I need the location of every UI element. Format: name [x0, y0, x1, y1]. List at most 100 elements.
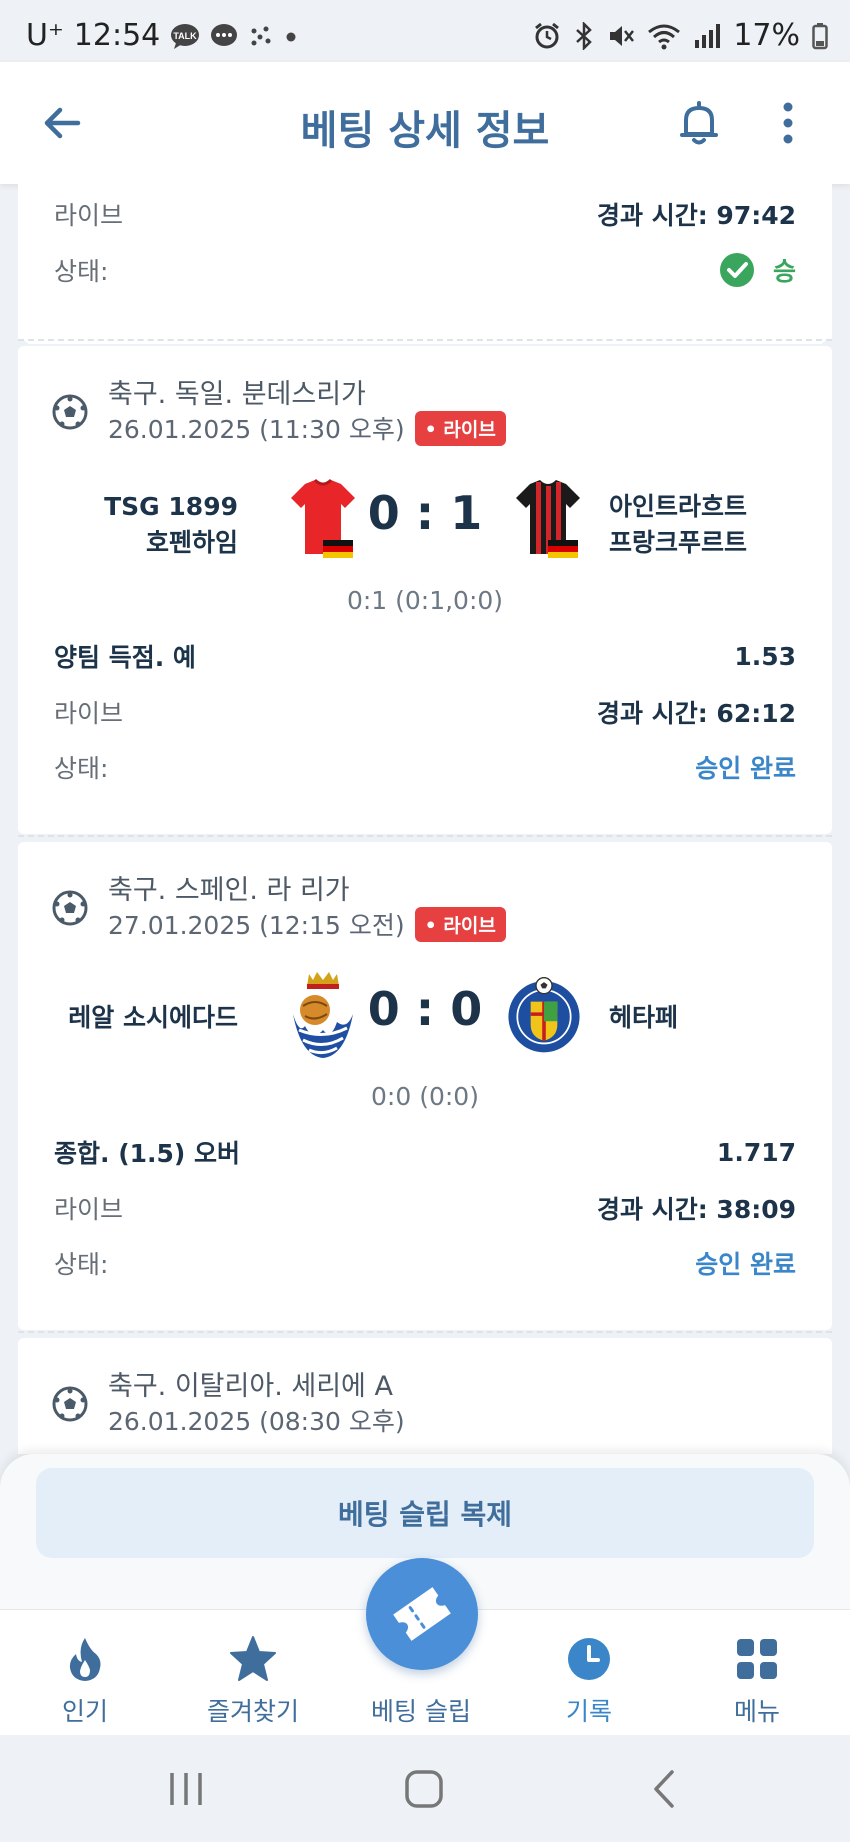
bell-icon[interactable]	[674, 98, 724, 148]
signal-icon	[695, 23, 721, 48]
bet-card: 축구. 독일. 분데스리가 26.01.2025 (11:30 오후) • 라이…	[18, 339, 832, 834]
getafe-crest-icon	[508, 977, 580, 1053]
away-team-line1: 헤타페	[609, 1003, 679, 1032]
bet-row: 양팀 득점. 예 1.53	[54, 636, 796, 676]
bet-selection: 종합. (1.5) 오버	[54, 1139, 241, 1168]
match-date: 26.01.2025 (11:30 오후) • 라이브	[108, 410, 506, 446]
home-team-line1: 레알 소시에다드	[68, 1003, 238, 1032]
soccer-ball-icon	[52, 394, 88, 430]
live-badge: • 라이브	[414, 410, 506, 446]
live-row: 라이브 경과 시간: 62:12	[54, 692, 796, 732]
copy-bet-slip-button[interactable]: 베팅 슬립 복제	[36, 1468, 814, 1558]
home-icon[interactable]	[404, 1769, 444, 1809]
live-label: 라이브	[54, 201, 124, 230]
clock: 12:54	[73, 18, 161, 53]
status-approved: 승인 완료	[695, 754, 796, 783]
match-datetime: 27.01.2025 (12:15 오전)	[108, 911, 405, 940]
card-row-top-cut: ■■ ■■. ■ ■.■■	[54, 184, 796, 194]
ticket-divider	[18, 1331, 832, 1333]
real-sociedad-crest-icon	[293, 972, 353, 1058]
bet-detail-list[interactable]: ■■ ■■. ■ ■.■■ 라이브 경과 시간: 97:42 상태: 승 축구.…	[0, 184, 850, 1454]
status-row: 상태: 승	[54, 250, 796, 290]
status-bar: U⁺ 12:54 TALK 17%	[0, 0, 850, 62]
away-team-name: 헤타페	[609, 1000, 809, 1036]
app-header: 베팅 상세 정보	[0, 62, 850, 184]
battery-percent: 17%	[733, 18, 800, 53]
bet-slip-fab[interactable]	[366, 1558, 478, 1670]
grid-icon	[737, 1639, 777, 1679]
bluetooth-icon	[576, 21, 593, 50]
home-team-jersey-icon	[291, 478, 355, 558]
bet-odds: 1.53	[734, 641, 796, 671]
away-team-line1: 아인트라흐트	[609, 492, 748, 521]
match-datetime: 26.01.2025 (08:30 오후)	[108, 1407, 405, 1436]
wifi-icon	[648, 24, 681, 49]
home-team-name: TSG 1899 호펜하임	[78, 489, 238, 561]
ticket-divider	[18, 339, 832, 341]
system-nav-bar	[0, 1735, 850, 1842]
live-row: 라이브 경과 시간: 38:09	[54, 1188, 796, 1228]
elapsed-time: 경과 시간: 38:09	[597, 1195, 796, 1224]
status-row: 상태: 승인 완료	[54, 747, 796, 787]
match-date: 26.01.2025 (08:30 오후)	[108, 1402, 405, 1438]
status-approved: 승인 완료	[695, 1250, 796, 1279]
dot-icon	[286, 32, 296, 41]
star-icon	[230, 1636, 276, 1681]
status-row: 상태: 승인 완료	[54, 1243, 796, 1283]
status-win-text: 승	[772, 257, 796, 286]
match-datetime: 26.01.2025 (11:30 오후)	[108, 415, 405, 444]
nav-label: 베팅 슬립	[371, 1697, 471, 1726]
nav-item-favorites[interactable]: 즐겨찾기	[168, 1610, 338, 1736]
nav-item-history[interactable]: 기록	[504, 1610, 674, 1736]
bet-card: 축구. 이탈리아. 세리에 A 26.01.2025 (08:30 오후)	[18, 1331, 832, 1454]
carrier-label: U⁺	[26, 18, 64, 53]
status-label: 상태:	[54, 1250, 109, 1279]
bet-odds: 1.717	[716, 1137, 796, 1167]
match-score: 0 : 0	[367, 982, 483, 1036]
clock-icon	[568, 1638, 610, 1680]
home-team-line1: TSG 1899	[104, 492, 238, 521]
league-name: 축구. 스페인. 라 리가	[108, 875, 350, 906]
match-score: 0 : 1	[367, 486, 483, 540]
status-label: 상태:	[54, 257, 109, 286]
away-team-jersey-icon	[516, 480, 580, 558]
match-date: 27.01.2025 (12:15 오전) • 라이브	[108, 906, 506, 942]
live-label: 라이브	[54, 699, 124, 728]
elapsed-time: 경과 시간: 62:12	[597, 699, 796, 728]
soccer-ball-icon	[52, 1386, 88, 1422]
app-screen: U⁺ 12:54 TALK 17% 베팅 상세 정보 ■■ ■■. ■	[0, 0, 850, 1842]
bet-selection: 양팀 득점. 예	[54, 643, 196, 672]
elapsed-time: 경과 시간: 97:42	[597, 201, 796, 230]
status-label: 상태:	[54, 754, 109, 783]
nav-label: 즐겨찾기	[206, 1697, 299, 1726]
ticket-divider	[18, 835, 832, 837]
away-team-line2: 프랑크푸르트	[609, 528, 748, 557]
live-label: 라이브	[54, 1195, 124, 1224]
live-badge: • 라이브	[414, 906, 506, 942]
home-team-line2: 호펜하임	[145, 528, 238, 557]
bet-card: ■■ ■■. ■ ■.■■ 라이브 경과 시간: 97:42 상태: 승	[18, 184, 832, 344]
nav-label: 메뉴	[733, 1697, 780, 1726]
recent-apps-icon[interactable]	[166, 1771, 206, 1807]
battery-icon	[812, 22, 828, 49]
sparkle-icon	[251, 26, 271, 45]
alarm-icon	[535, 22, 560, 48]
home-team-name: 레알 소시에다드	[38, 1000, 238, 1036]
nav-label: 인기	[61, 1697, 108, 1726]
nav-label: 기록	[565, 1697, 612, 1726]
mute-icon	[610, 25, 635, 46]
nav-item-menu[interactable]: 메뉴	[672, 1610, 842, 1736]
soccer-ball-icon	[52, 890, 88, 926]
check-circle-icon	[719, 253, 754, 287]
svg-text:TALK: TALK	[174, 31, 198, 41]
talk-icon: TALK	[171, 23, 200, 49]
back-icon[interactable]	[648, 1769, 678, 1809]
more-vert-icon[interactable]	[776, 98, 800, 148]
nav-item-popular[interactable]: 인기	[0, 1610, 170, 1736]
flame-icon	[69, 1638, 101, 1681]
period-score: 0:1 (0:1,0:0)	[346, 586, 504, 615]
ticket-icon	[393, 1587, 451, 1641]
league-name: 축구. 독일. 분데스리가	[108, 379, 366, 410]
league-name: 축구. 이탈리아. 세리에 A	[108, 1371, 393, 1402]
live-row: 라이브 경과 시간: 97:42	[54, 194, 796, 234]
